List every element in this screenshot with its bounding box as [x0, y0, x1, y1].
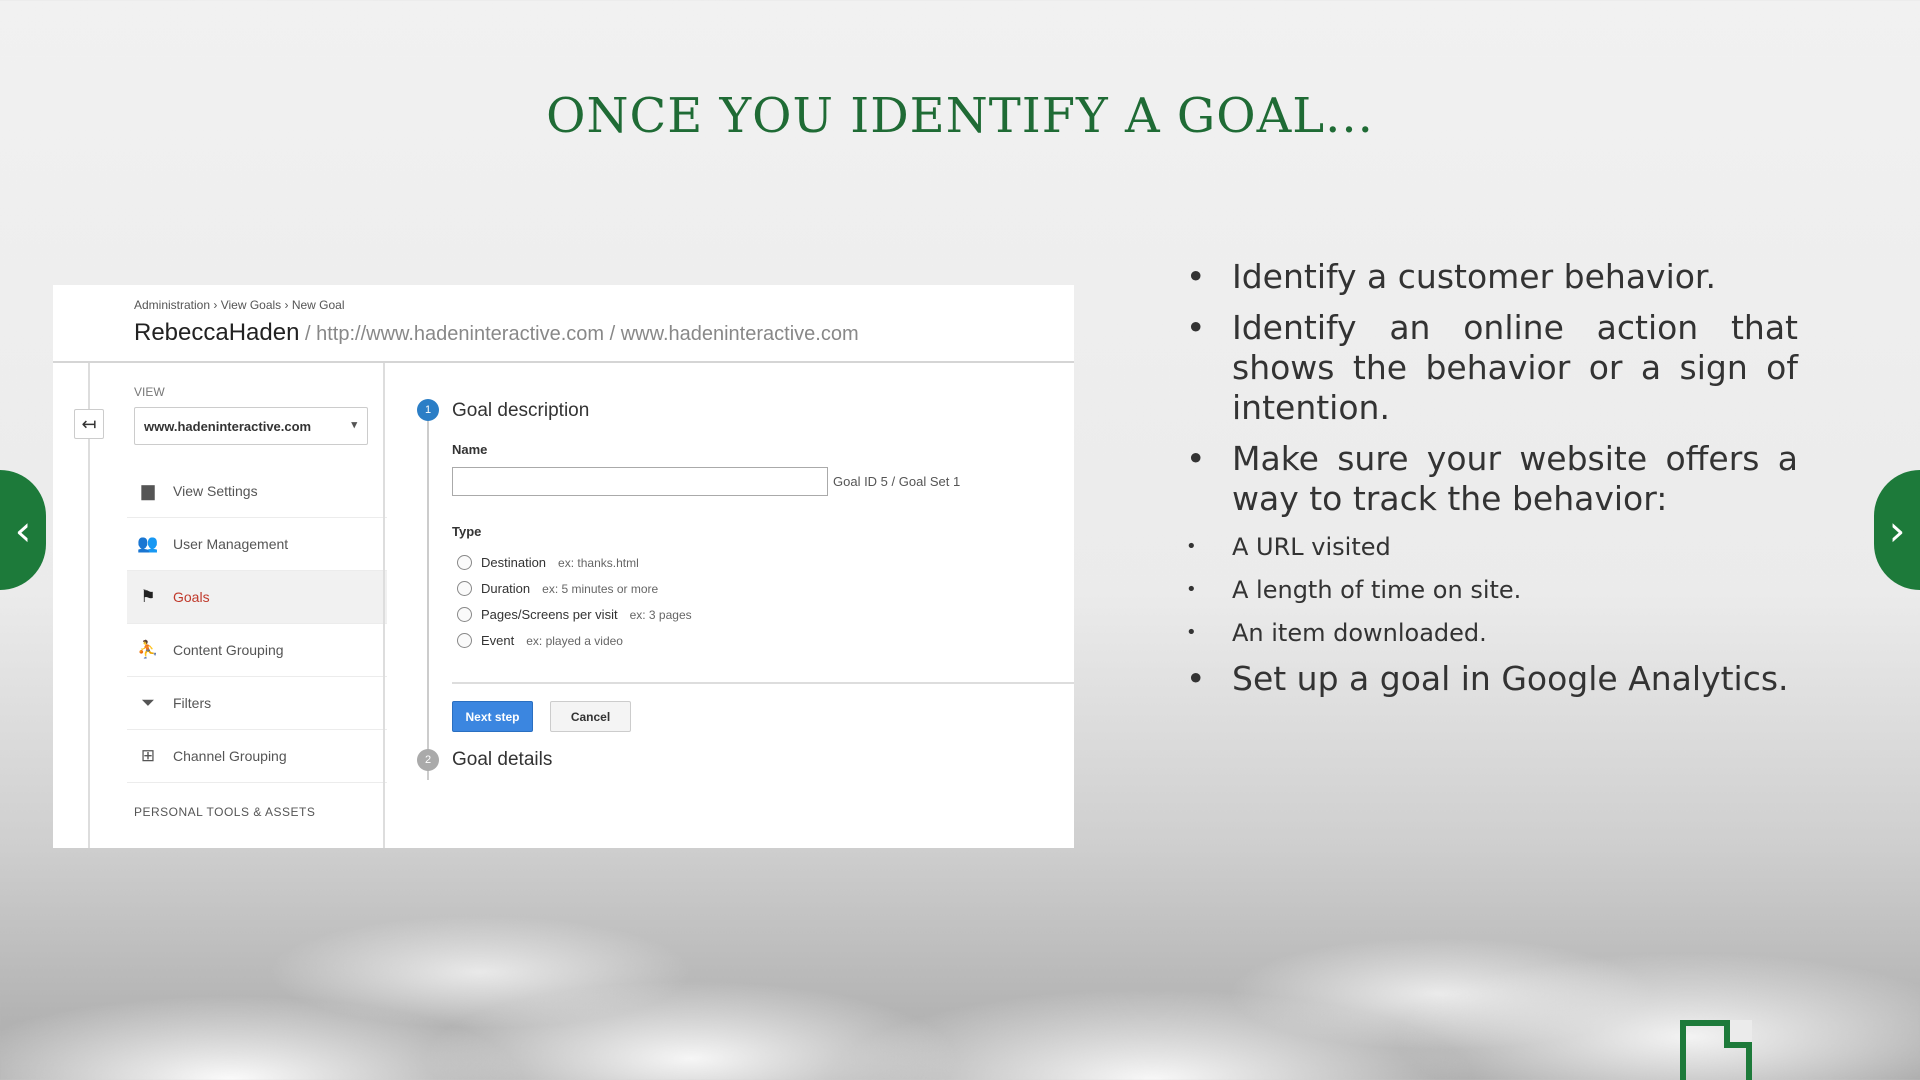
filter-icon: ⏷	[141, 693, 155, 712]
bullet-list: Identify a customer behavior. Identify a…	[1180, 257, 1798, 710]
bullet-item: Set up a goal in Google Analytics.	[1180, 659, 1798, 699]
sidebar-item-content-grouping[interactable]: ⛹ Content Grouping	[127, 624, 387, 677]
back-button[interactable]: ↤	[74, 409, 104, 439]
type-option-example: ex: 3 pages	[629, 607, 692, 622]
radio-button[interactable]	[457, 607, 472, 622]
back-arrow-icon: ↤	[81, 413, 97, 434]
view-select[interactable]: www.hadeninteractive.com ▾	[134, 407, 368, 445]
sub-bullet-item: A URL visited	[1180, 530, 1798, 564]
radio-button[interactable]	[457, 633, 472, 648]
chevron-left-icon: ‹	[14, 505, 32, 555]
next-slide-button[interactable]: ›	[1874, 470, 1920, 590]
person-walk-icon: ⛹	[137, 640, 159, 659]
cancel-button[interactable]: Cancel	[550, 701, 631, 732]
type-option-label: Event	[481, 633, 515, 648]
sub-bullet-item: An item downloaded.	[1180, 616, 1798, 650]
step-1-badge: 1	[417, 399, 439, 421]
bullet-item: Identify a customer behavior.	[1180, 257, 1798, 297]
type-option-destination[interactable]: Destination ex: thanks.html	[457, 555, 639, 570]
type-option-example: ex: played a video	[526, 633, 623, 648]
type-option-duration[interactable]: Duration ex: 5 minutes or more	[457, 581, 658, 596]
sidebar-item-label: Goals	[173, 589, 210, 605]
pane-divider	[383, 363, 385, 848]
sidebar-item-label: View Settings	[173, 483, 258, 499]
chevron-right-icon: ›	[1888, 505, 1906, 555]
bullet-item: Make sure your website offers a way to t…	[1180, 439, 1798, 519]
account-name[interactable]: RebeccaHaden	[134, 319, 299, 346]
flag-icon: ⚑	[140, 587, 156, 606]
sidebar-item-label: Content Grouping	[173, 642, 284, 658]
sidebar-item-channel-grouping[interactable]: ⊞ Channel Grouping	[127, 730, 387, 783]
type-option-example: ex: thanks.html	[558, 555, 639, 570]
next-step-button[interactable]: Next step	[452, 701, 533, 732]
ga-header: Administration › View Goals › New Goal R…	[53, 285, 1074, 363]
radio-button[interactable]	[457, 555, 472, 570]
breadcrumb[interactable]: Administration › View Goals › New Goal	[134, 298, 345, 312]
account-line: RebeccaHaden / http://www.hadeninteracti…	[134, 319, 859, 347]
previous-slide-button[interactable]: ‹	[0, 470, 46, 590]
type-option-label: Pages/Screens per visit	[481, 607, 618, 622]
personal-tools-heading: PERSONAL TOOLS & ASSETS	[134, 805, 316, 819]
sidebar-item-label: Channel Grouping	[173, 748, 287, 764]
type-option-label: Duration	[481, 581, 531, 596]
users-icon: 👥	[137, 534, 159, 553]
admin-sidebar: ▆ View Settings 👥 User Management ⚑ Goal…	[127, 465, 387, 783]
sidebar-item-label: Filters	[173, 695, 212, 711]
view-label: VIEW	[134, 385, 165, 399]
sidebar-item-label: User Management	[173, 536, 289, 552]
type-label: Type	[452, 524, 482, 539]
goal-description-title: Goal description	[452, 400, 590, 421]
goal-name-input[interactable]	[452, 467, 828, 496]
step-2-badge: 2	[417, 749, 439, 771]
type-option-pages-screens[interactable]: Pages/Screens per visit ex: 3 pages	[457, 607, 692, 622]
goal-details-title[interactable]: Goal details	[452, 749, 552, 771]
step-rail	[427, 410, 429, 780]
sidebar-item-user-management[interactable]: 👥 User Management	[127, 518, 387, 571]
property-path: / http://www.hadeninteractive.com / www.…	[299, 323, 859, 345]
form-divider	[452, 682, 1074, 684]
analytics-screenshot: Administration › View Goals › New Goal R…	[53, 285, 1074, 848]
sidebar-item-goals[interactable]: ⚑ Goals	[127, 571, 387, 624]
document-icon	[1680, 1020, 1752, 1080]
slide-title: ONCE YOU IDENTIFY A GOAL...	[546, 88, 1374, 144]
document-icon: ▆	[141, 481, 155, 500]
type-option-example: ex: 5 minutes or more	[542, 581, 659, 596]
sub-bullet-item: A length of time on site.	[1180, 573, 1798, 607]
caret-down-icon: ▾	[351, 419, 357, 431]
goal-id: Goal ID 5 / Goal Set 1	[833, 474, 961, 489]
sidebar-item-filters[interactable]: ⏷ Filters	[127, 677, 387, 730]
type-option-event[interactable]: Event ex: played a video	[457, 633, 623, 648]
type-option-label: Destination	[481, 555, 547, 570]
name-label: Name	[452, 442, 488, 457]
channel-icon: ⊞	[140, 746, 156, 765]
bullet-item: Identify an online action that shows the…	[1180, 308, 1798, 428]
radio-button[interactable]	[457, 581, 472, 596]
sidebar-item-view-settings[interactable]: ▆ View Settings	[127, 465, 387, 518]
view-select-value: www.hadeninteractive.com	[144, 419, 312, 434]
